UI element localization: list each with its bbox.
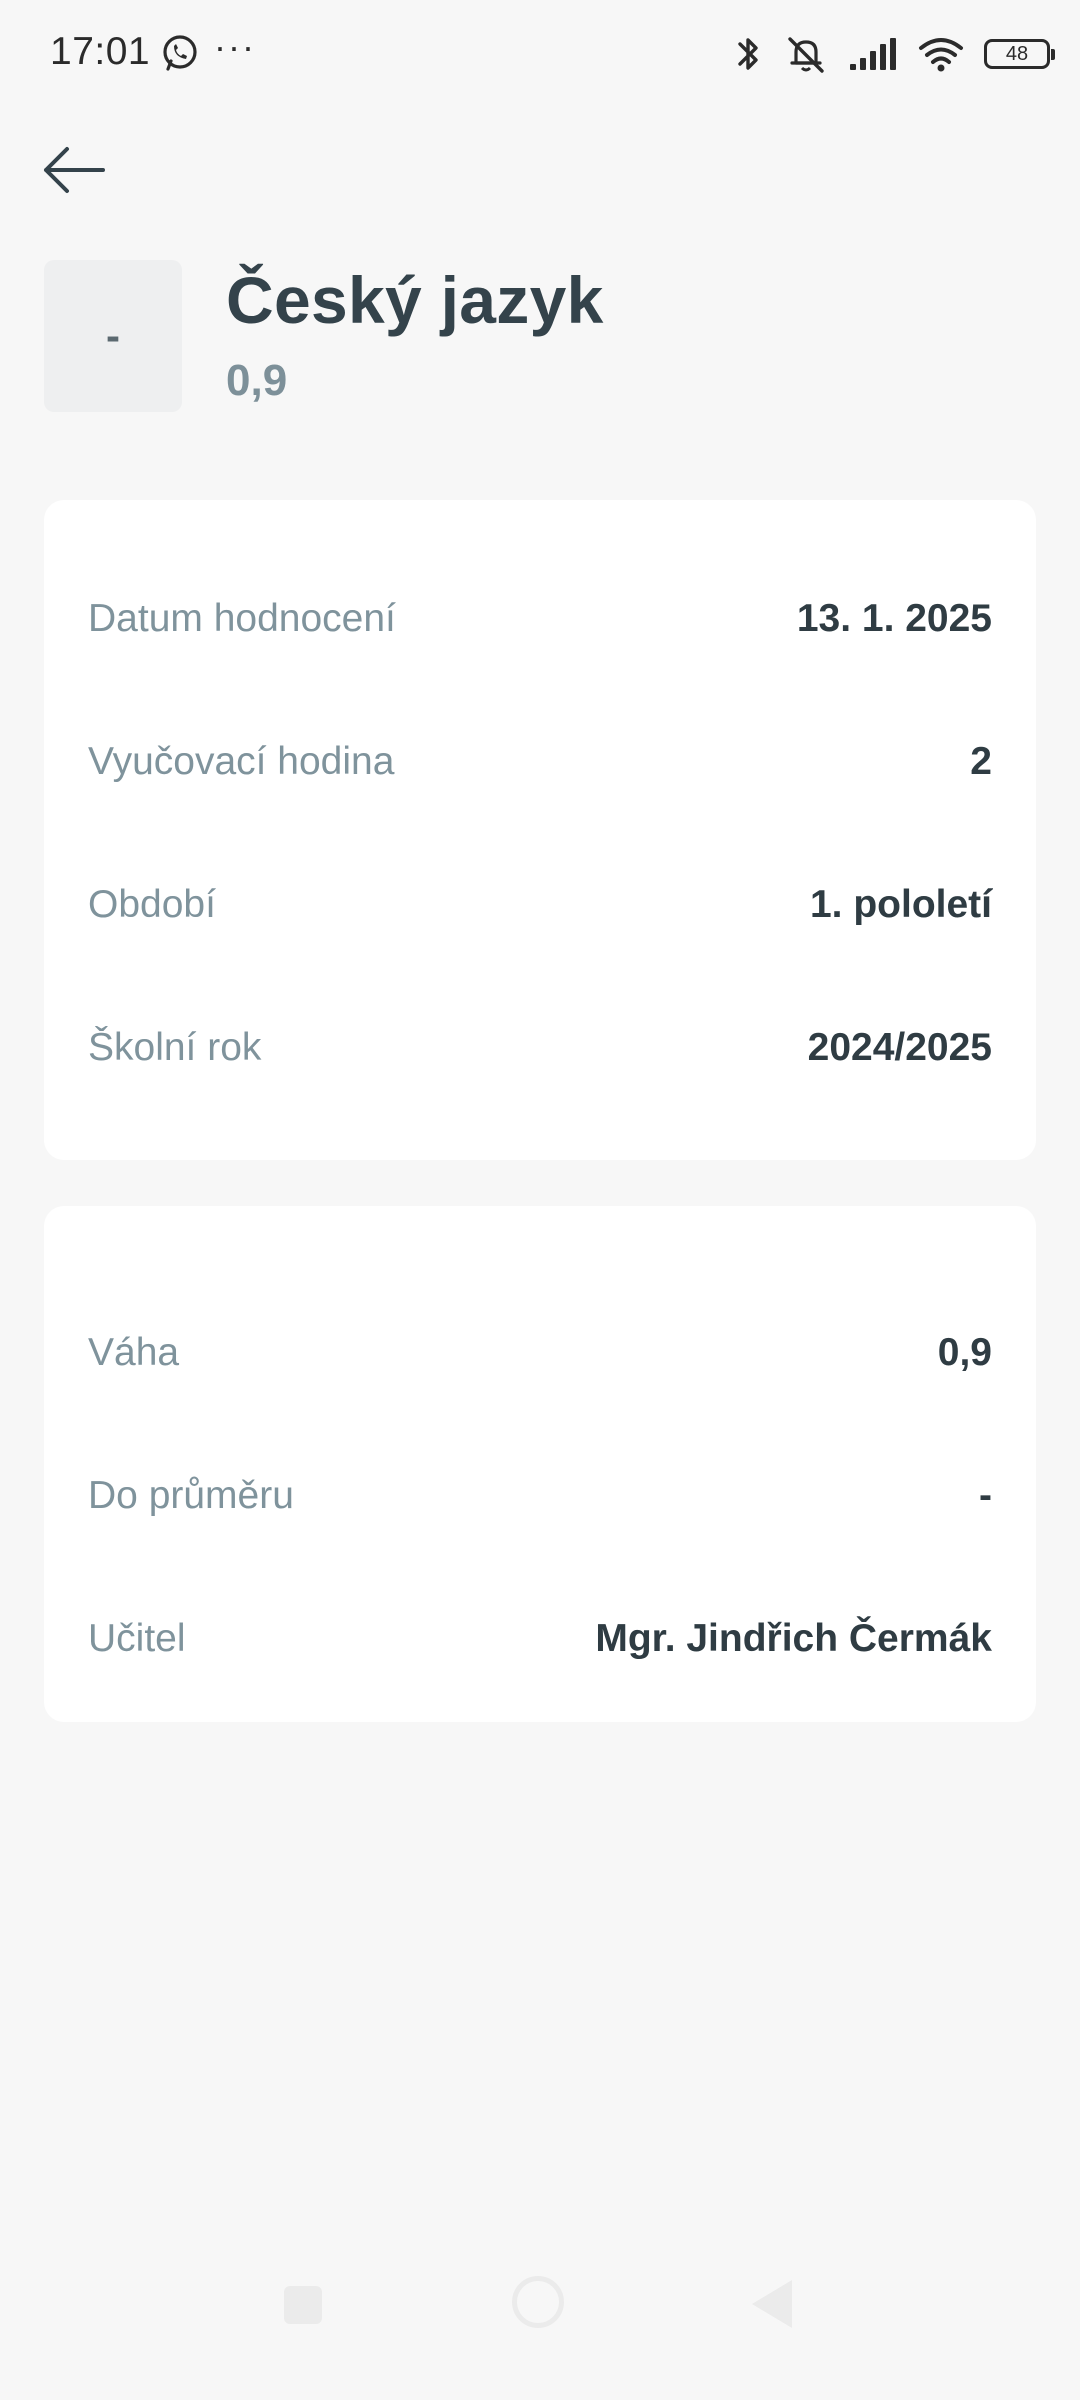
detail-row-teacher: Učitel Mgr. Jindřich Čermák — [88, 1609, 992, 1669]
detail-value: 13. 1. 2025 — [796, 597, 992, 640]
grade-details-card: Datum hodnocení 13. 1. 2025 Vyučovací ho… — [44, 500, 1036, 1160]
detail-label: Váha — [88, 1331, 180, 1374]
detail-value: - — [979, 1474, 992, 1517]
system-nav-bar — [0, 2250, 1080, 2400]
detail-row-lesson: Vyučovací hodina 2 — [88, 732, 992, 792]
detail-label: Do průměru — [88, 1474, 294, 1517]
arrow-left-icon — [44, 147, 105, 193]
detail-value: 0,9 — [937, 1331, 992, 1374]
wifi-icon — [918, 36, 964, 72]
detail-row-weight: Váha 0,9 — [88, 1323, 992, 1383]
detail-row-date: Datum hodnocení 13. 1. 2025 — [88, 589, 992, 649]
detail-label: Datum hodnocení — [88, 597, 396, 640]
recent-apps-button[interactable] — [284, 2286, 322, 2324]
status-time: 17:01 — [50, 30, 151, 73]
detail-value: 1. pololetí — [809, 883, 992, 926]
detail-value: 2 — [970, 740, 992, 783]
grade-badge: - — [44, 260, 182, 412]
whatsapp-icon — [160, 33, 200, 73]
status-icons: 48 — [734, 30, 1055, 78]
muted-bell-icon — [784, 33, 828, 75]
bluetooth-icon — [734, 33, 764, 75]
system-back-button[interactable] — [752, 2280, 792, 2328]
detail-label: Školní rok — [88, 1026, 262, 1069]
detail-label: Období — [88, 883, 216, 926]
battery-level: 48 — [1005, 43, 1029, 65]
subject-weight: 0,9 — [226, 356, 288, 405]
signal-icon — [848, 36, 898, 72]
detail-row-school-year: Školní rok 2024/2025 — [88, 1018, 992, 1078]
detail-row-average: Do průměru - — [88, 1466, 992, 1526]
detail-label: Učitel — [88, 1617, 186, 1660]
detail-value: 2024/2025 — [807, 1026, 992, 1069]
back-button[interactable] — [34, 138, 114, 202]
detail-label: Vyučovací hodina — [88, 740, 395, 783]
status-bar: 17:01 ··· 48 — [0, 0, 1080, 108]
home-button[interactable] — [512, 2276, 564, 2328]
grade-extra-card: Váha 0,9 Do průměru - Učitel Mgr. Jindři… — [44, 1206, 1036, 1722]
subject-title: Český jazyk — [226, 263, 604, 337]
detail-value: Mgr. Jindřich Čermák — [595, 1617, 992, 1660]
detail-row-period: Období 1. pololetí — [88, 875, 992, 935]
battery-icon: 48 — [984, 39, 1055, 69]
more-notifications-icon: ··· — [214, 26, 256, 67]
